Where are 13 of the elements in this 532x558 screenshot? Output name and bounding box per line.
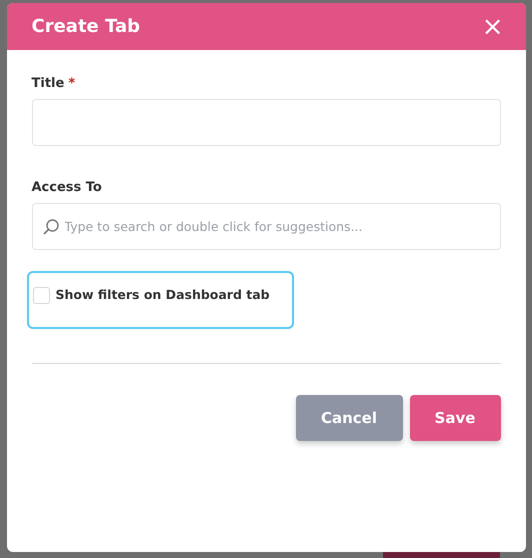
cancel-button[interactable]: Cancel xyxy=(296,395,402,441)
input-field[interactable] xyxy=(32,99,500,146)
checkbox-row[interactable]: Show filters on Dashboard tab xyxy=(26,271,294,329)
close-button[interactable]: × xyxy=(482,14,504,40)
checkbox-label: Show filters on Dashboard tab xyxy=(56,287,270,302)
field-label: Title xyxy=(32,76,64,91)
required-mark: * xyxy=(68,76,76,91)
checkbox[interactable] xyxy=(32,287,50,304)
dialog-title: Create Tab xyxy=(32,16,140,37)
search-field[interactable]: Type to search or double click for suggestions... xyxy=(32,203,500,250)
search-icon xyxy=(42,218,60,236)
save-button[interactable]: Save xyxy=(410,395,500,441)
field-label: Access To xyxy=(32,180,102,195)
